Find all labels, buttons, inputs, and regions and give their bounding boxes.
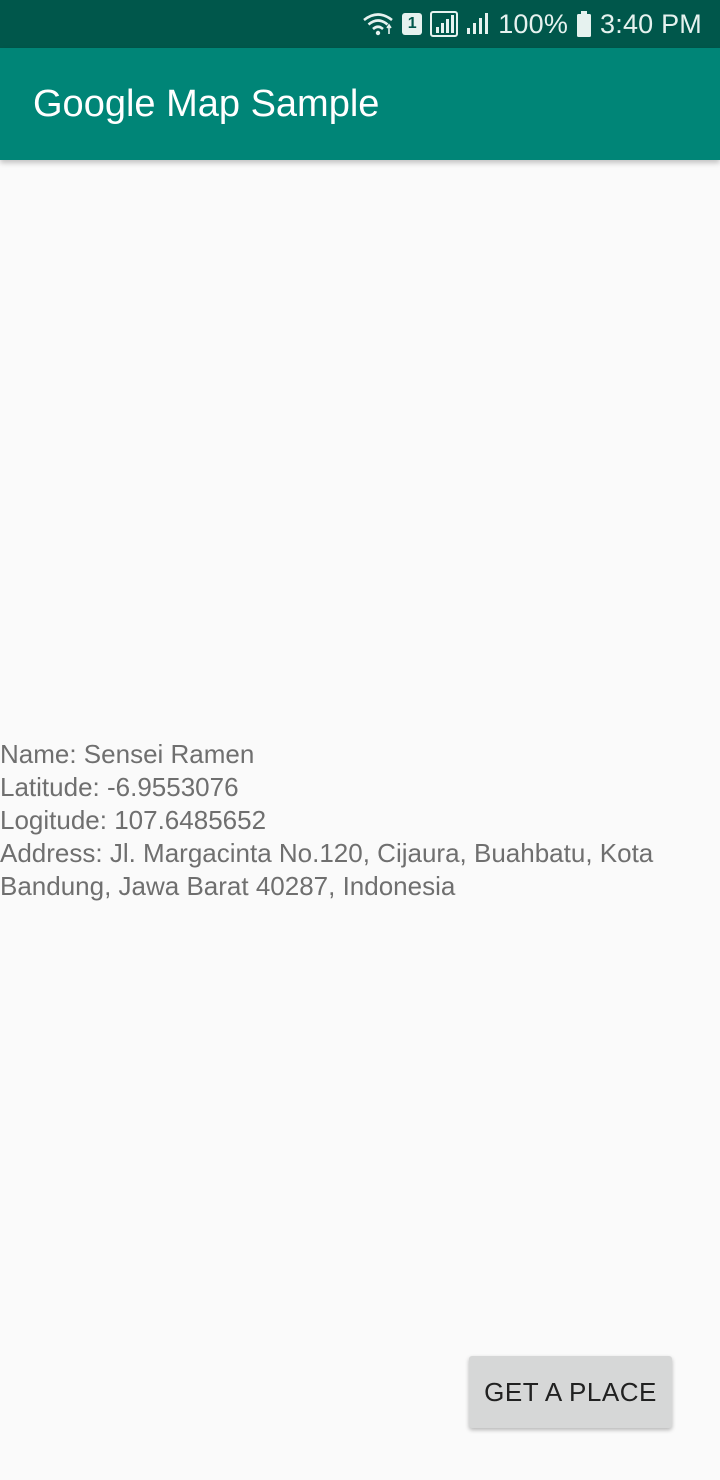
status-icons: 1 100% 3:40 PM — [362, 9, 702, 40]
signal-icon — [466, 11, 490, 37]
place-latitude: Latitude: -6.9553076 — [0, 772, 239, 802]
sim-1-icon: 1 — [402, 13, 423, 35]
place-info: Name: Sensei Ramen Latitude: -6.9553076 … — [0, 738, 720, 903]
place-longitude: Logitude: 107.6485652 — [0, 805, 267, 835]
battery-percentage: 100% — [498, 8, 569, 39]
get-a-place-button[interactable]: GET A PLACE — [469, 1356, 672, 1428]
app-title: Google Map Sample — [33, 82, 380, 125]
place-address: Address: Jl. Margacinta No.120, Cijaura,… — [0, 838, 654, 901]
battery-icon — [576, 10, 592, 38]
status-bar: 1 100% 3:40 PM — [0, 0, 720, 48]
signal-icon — [430, 11, 459, 37]
place-name: Name: Sensei Ramen — [0, 739, 255, 769]
main-content: Name: Sensei Ramen Latitude: -6.9553076 … — [0, 160, 720, 1480]
wifi-icon — [362, 11, 394, 37]
app-bar: Google Map Sample — [0, 48, 720, 160]
clock: 3:40 PM — [600, 8, 702, 39]
